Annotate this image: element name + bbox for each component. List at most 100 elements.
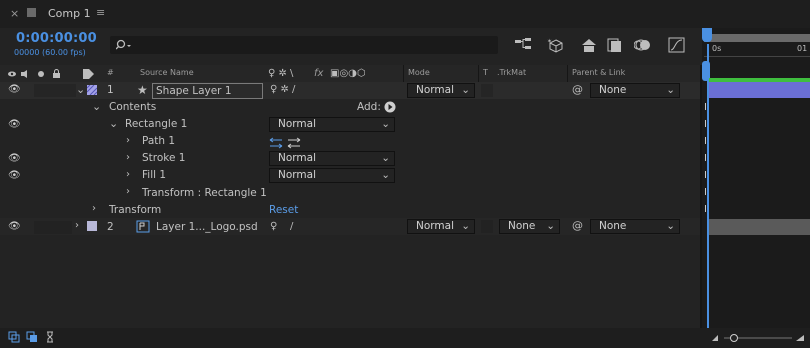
header-source-name[interactable]: Source Name	[140, 68, 194, 77]
add-menu-icon[interactable]	[384, 101, 396, 113]
keyframe-marker[interactable]: I	[704, 136, 707, 147]
column-divider	[567, 65, 568, 83]
transform-reset-link[interactable]: Reset	[269, 204, 298, 216]
preserve-transparency-cell[interactable]	[481, 220, 493, 233]
transform-rect-chevron-icon[interactable]: ›	[126, 186, 130, 197]
work-area-bar[interactable]	[704, 34, 810, 42]
layer-2-trkmat-value: None	[508, 220, 536, 232]
timeline-label-start: 0s	[712, 44, 722, 53]
keyframe-marker[interactable]: I	[704, 170, 707, 181]
layer-1-switches[interactable]: ♀ ✲ /	[270, 84, 295, 95]
chevron-down-icon: ⌄	[381, 118, 390, 130]
layer-2-switches[interactable]: ♀ /	[270, 221, 293, 232]
layer-1-mode-dropdown[interactable]: Normal ⌄	[407, 83, 475, 98]
layer-1-label-color[interactable]	[86, 84, 98, 96]
zoom-slider[interactable]	[710, 333, 806, 343]
rectangle-mode-dropdown[interactable]: Normal ⌄	[269, 117, 395, 132]
visibility-eye-icon[interactable]: 👁	[8, 153, 21, 164]
close-tab-icon[interactable]: ×	[10, 7, 19, 20]
stroke-label[interactable]: Stroke 1	[142, 152, 185, 164]
expand-chevron-icon[interactable]: ›	[75, 220, 79, 231]
fill-label[interactable]: Fill 1	[142, 169, 166, 181]
graph-editor-icon[interactable]	[668, 37, 686, 53]
layer-2-parent-dropdown[interactable]: None ⌄	[590, 219, 680, 234]
visibility-eye-icon[interactable]: 👁	[8, 84, 21, 95]
chevron-down-icon: ⌄	[381, 152, 390, 164]
layer-2-number: 2	[107, 221, 114, 233]
visibility-eye-icon[interactable]: 👁	[8, 119, 21, 130]
path-direction-icons[interactable]	[269, 137, 303, 149]
visibility-eye-icon[interactable]: 👁	[8, 170, 21, 181]
fill-chevron-icon[interactable]: ›	[126, 169, 130, 180]
playhead-line[interactable]	[707, 44, 709, 328]
keyframe-marker[interactable]: I	[704, 153, 707, 164]
rectangle-mode-value: Normal	[278, 118, 316, 130]
composition-flowchart-icon[interactable]	[514, 37, 532, 53]
layer-2-name[interactable]: Layer 1..._Logo.psd	[156, 221, 258, 233]
path-label[interactable]: Path 1	[142, 135, 175, 147]
chevron-down-icon: ⌄	[381, 169, 390, 181]
timeline-ruler-line	[704, 56, 810, 57]
av-switch-cells[interactable]	[34, 84, 76, 97]
layer-1-parent-value: None	[599, 84, 627, 96]
header-mode: Mode	[408, 68, 430, 77]
layer-2-duration-bar[interactable]	[707, 219, 810, 235]
transform-label[interactable]: Transform	[109, 204, 161, 216]
rectangle-chevron-icon[interactable]: ⌄	[109, 117, 118, 130]
layer-1-name: Shape Layer 1	[156, 85, 232, 97]
svg-text:✶: ✶	[547, 38, 552, 45]
expand-chevron-icon[interactable]: ⌄	[76, 83, 85, 96]
pickwhip-icon[interactable]: @	[572, 219, 583, 232]
av-features-icons[interactable]	[7, 69, 67, 79]
comp-tab-bar	[0, 0, 810, 28]
visibility-eye-icon[interactable]: 👁	[8, 221, 21, 232]
layer-1-name-box[interactable]: Shape Layer 1	[152, 83, 263, 99]
layer-2-mode-value: Normal	[416, 220, 454, 232]
contents-chevron-icon[interactable]: ⌄	[92, 100, 101, 113]
modes-toggle-icon[interactable]	[26, 331, 38, 343]
preserve-transparency-cell[interactable]	[481, 84, 493, 97]
keyframe-marker[interactable]: I	[704, 204, 707, 215]
transform-rect-label[interactable]: Transform : Rectangle 1	[142, 187, 267, 199]
frame-count-display: 00000 (60.00 fps)	[14, 48, 86, 57]
stroke-chevron-icon[interactable]: ›	[126, 152, 130, 163]
timeline-label-end: 01	[797, 44, 808, 53]
keyframe-marker[interactable]: I	[704, 119, 707, 130]
header-parent-link: Parent & Link	[572, 68, 626, 77]
stroke-mode-dropdown[interactable]: Normal ⌄	[269, 151, 395, 166]
av-switch-cells[interactable]	[34, 221, 72, 234]
panel-divider[interactable]	[700, 65, 702, 328]
keyframe-marker[interactable]: I	[704, 102, 707, 113]
layer-switches-toggle-icon[interactable]	[8, 331, 20, 343]
chevron-down-icon: ⌄	[666, 84, 675, 96]
layer-2-label-color[interactable]	[87, 221, 97, 231]
pickwhip-icon[interactable]: @	[572, 83, 583, 96]
transform-chevron-icon[interactable]: ›	[92, 203, 96, 214]
panel-menu-icon[interactable]: ≡	[96, 6, 105, 19]
fill-mode-dropdown[interactable]: Normal ⌄	[269, 168, 395, 183]
timeline-area[interactable]	[702, 28, 810, 328]
layer-search-input[interactable]	[110, 36, 498, 54]
playhead-handle[interactable]	[702, 28, 712, 42]
layer-1-duration-bar[interactable]	[707, 82, 810, 98]
label-column-icon[interactable]	[82, 68, 96, 80]
column-divider	[478, 65, 479, 83]
search-icon	[116, 39, 131, 50]
layer-2-trkmat-dropdown[interactable]: None ⌄	[499, 219, 560, 234]
chevron-down-icon: ⌄	[546, 220, 555, 232]
shy-layers-icon[interactable]	[580, 37, 598, 53]
layer-2-mode-dropdown[interactable]: Normal ⌄	[407, 219, 475, 234]
comp-tab-title[interactable]: Comp 1	[48, 7, 91, 20]
rectangle-label[interactable]: Rectangle 1	[125, 118, 187, 130]
render-time-toggle-icon[interactable]	[44, 331, 56, 343]
layer-1-parent-dropdown[interactable]: None ⌄	[590, 83, 680, 98]
motion-blur-icon[interactable]	[634, 37, 652, 53]
keyframe-marker[interactable]: I	[704, 187, 707, 198]
chevron-down-icon: ⌄	[461, 220, 470, 232]
stroke-mode-value: Normal	[278, 152, 316, 164]
draft-3d-icon[interactable]: ✶	[547, 37, 565, 53]
fill-mode-value: Normal	[278, 169, 316, 181]
current-time-display[interactable]: 0:00:00:00	[16, 31, 97, 46]
path-chevron-icon[interactable]: ›	[126, 135, 130, 146]
frame-blending-icon[interactable]	[606, 37, 624, 53]
